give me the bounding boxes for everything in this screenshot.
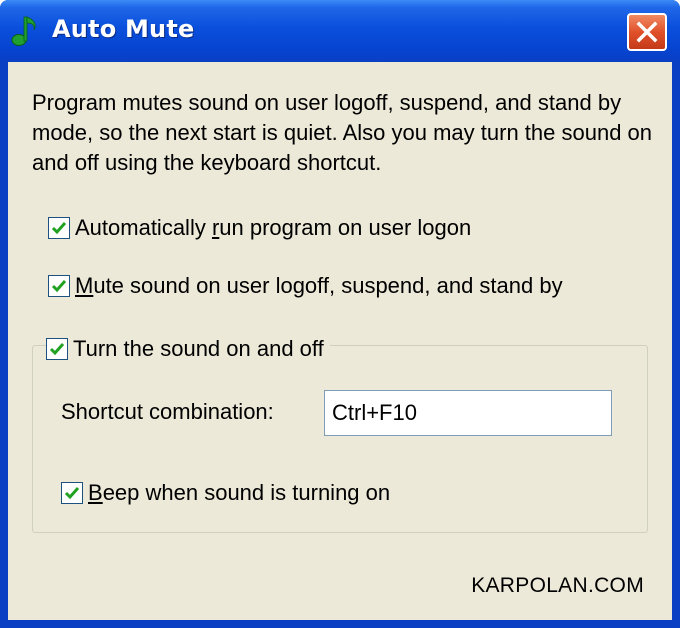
description-text: Program mutes sound on user logoff, susp…	[32, 90, 653, 175]
checkmark-icon	[49, 343, 65, 356]
mute-label: Mute sound on user logoff, suspend, and …	[75, 273, 563, 298]
sound-toggle-checkbox[interactable]	[46, 338, 68, 360]
autorun-label: Automatically run program on user logon	[75, 215, 472, 240]
shortcut-input[interactable]	[324, 390, 612, 436]
window-title: Auto Mute	[52, 15, 195, 43]
sound-toggle-checkbox-row[interactable]: Turn the sound on and off	[46, 336, 330, 362]
mute-checkbox[interactable]	[48, 275, 70, 297]
beep-label: Beep when sound is turning on	[88, 480, 391, 505]
mute-checkbox-row[interactable]: Mute sound on user logoff, suspend, and …	[48, 273, 563, 299]
dialog-body: Program mutes sound on user logoff, susp…	[8, 62, 672, 620]
beep-checkbox[interactable]	[61, 482, 83, 504]
autorun-checkbox-row[interactable]: Automatically run program on user logon	[48, 215, 471, 241]
checkmark-icon	[51, 222, 67, 235]
music-note-icon	[10, 14, 40, 48]
close-icon	[636, 21, 658, 43]
beep-checkbox-row[interactable]: Beep when sound is turning on	[61, 480, 390, 506]
checkmark-icon	[51, 280, 67, 293]
close-button[interactable]	[627, 13, 667, 51]
shortcut-label: Shortcut combination:	[61, 399, 274, 424]
autorun-checkbox[interactable]	[48, 217, 70, 239]
title-bar[interactable]: Auto Mute	[0, 0, 680, 62]
checkmark-icon	[64, 487, 80, 500]
website-link[interactable]: KARPOLAN.COM	[471, 574, 644, 598]
auto-mute-window: Auto Mute Program mutes sound on user lo…	[0, 0, 680, 628]
sound-toggle-label: Turn the sound on and off	[73, 336, 324, 361]
